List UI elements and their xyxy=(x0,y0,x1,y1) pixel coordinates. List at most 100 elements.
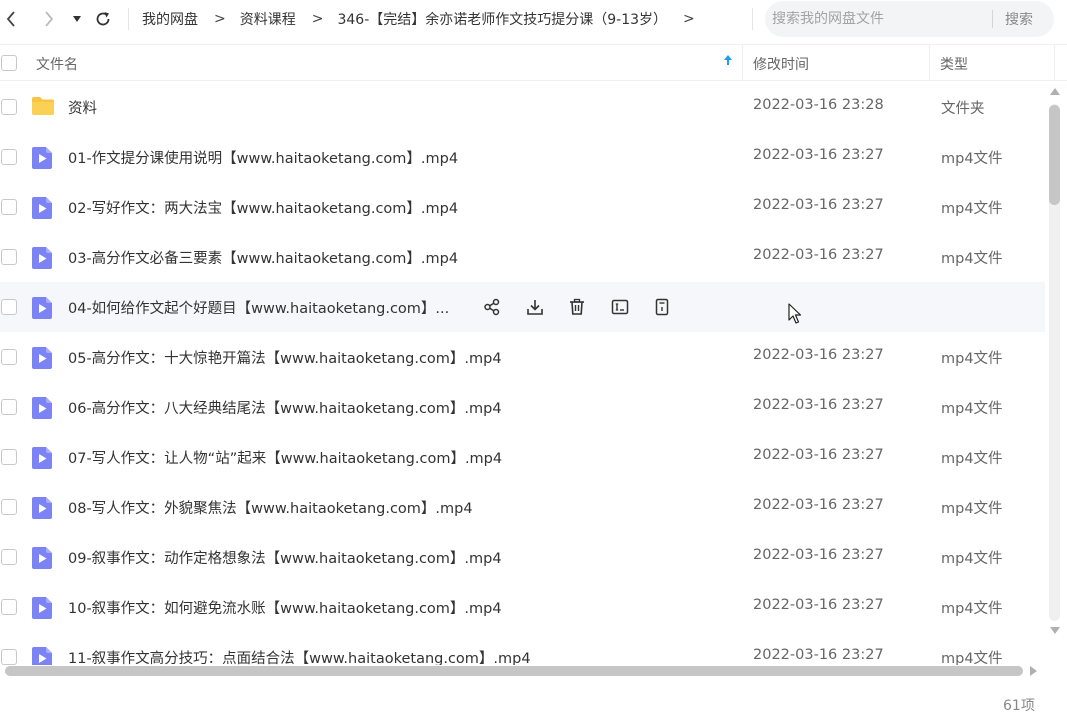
chevron-right-icon xyxy=(45,11,54,27)
video-file-icon xyxy=(31,246,53,274)
row-checkbox[interactable] xyxy=(1,99,17,115)
file-row[interactable]: 09-叙事作文：动作定格想象法【www.haitaoketang.com】.mp… xyxy=(0,532,1045,582)
file-modified-time: 2022-03-16 23:27 xyxy=(753,247,884,263)
file-modified-time: 2022-03-16 23:27 xyxy=(753,597,884,613)
file-row[interactable]: 06-高分作文：八大经典结尾法【www.haitaoketang.com】.mp… xyxy=(0,382,1045,432)
breadcrumb: 我的网盘 > 资料课程 > 346-【完结】余亦诺老师作文技巧提分课（9-13岁… xyxy=(142,9,709,29)
file-type: 文件夹 xyxy=(941,101,985,117)
select-all-checkbox[interactable] xyxy=(1,55,17,71)
breadcrumb-separator: > xyxy=(214,11,226,27)
column-header-name[interactable]: 文件名 xyxy=(36,54,78,74)
row-checkbox[interactable] xyxy=(1,249,17,265)
file-row[interactable]: 02-写好作文：两大法宝【www.haitaoketang.com】.mp4 20… xyxy=(0,182,1045,232)
row-checkbox[interactable] xyxy=(1,649,17,665)
video-file-icon xyxy=(31,196,53,224)
file-name[interactable]: 05-高分作文：十大惊艳开篇法【www.haitaoketang.com】.mp… xyxy=(68,347,502,368)
column-header-time[interactable]: 修改时间 xyxy=(753,54,809,74)
file-modified-time: 2022-03-16 23:28 xyxy=(753,97,884,113)
horizontal-scrollbar[interactable] xyxy=(0,664,1045,678)
video-file-icon xyxy=(31,596,53,624)
delete-icon[interactable] xyxy=(566,296,588,318)
breadcrumb-item[interactable]: 我的网盘 xyxy=(142,9,198,29)
column-divider[interactable] xyxy=(929,45,930,81)
row-checkbox[interactable] xyxy=(1,399,17,415)
scrollbar-thumb[interactable] xyxy=(1049,105,1060,205)
file-type: mp4文件 xyxy=(941,151,1003,167)
row-checkbox[interactable] xyxy=(1,549,17,565)
file-modified-time: 2022-03-16 23:27 xyxy=(753,647,884,663)
column-divider[interactable] xyxy=(1054,45,1055,81)
row-checkbox[interactable] xyxy=(1,599,17,615)
history-dropdown[interactable] xyxy=(66,8,88,30)
file-name[interactable]: 02-写好作文：两大法宝【www.haitaoketang.com】.mp4 xyxy=(68,197,458,218)
file-row[interactable]: 10-叙事作文：如何避免流水账【www.haitaoketang.com】.mp… xyxy=(0,582,1045,632)
file-row[interactable]: 08-写人作文：外貌聚焦法【www.haitaoketang.com】.mp4 2… xyxy=(0,482,1045,532)
search-input[interactable] xyxy=(772,11,987,27)
back-button[interactable] xyxy=(0,8,22,30)
file-type: mp4文件 xyxy=(941,351,1003,367)
file-name[interactable]: 10-叙事作文：如何避免流水账【www.haitaoketang.com】.mp… xyxy=(68,597,502,618)
video-file-icon xyxy=(31,346,53,374)
file-modified-time: 2022-03-16 23:27 xyxy=(753,447,884,463)
row-checkbox[interactable] xyxy=(1,299,17,315)
sort-ascending-icon[interactable] xyxy=(723,53,733,71)
file-row[interactable]: 11-叙事作文高分技巧：点面结合法【www.haitaoketang.com】.… xyxy=(0,632,1045,665)
chevron-left-icon xyxy=(6,11,15,27)
share-icon[interactable] xyxy=(481,296,503,318)
file-name[interactable]: 资料 xyxy=(68,97,97,118)
vertical-scrollbar[interactable] xyxy=(1048,84,1062,644)
file-type: mp4文件 xyxy=(941,501,1003,517)
row-checkbox[interactable] xyxy=(1,449,17,465)
breadcrumb-separator: > xyxy=(311,11,324,27)
scroll-right-icon[interactable] xyxy=(1030,666,1037,676)
file-name[interactable]: 08-写人作文：外貌聚焦法【www.haitaoketang.com】.mp4 xyxy=(68,497,473,518)
file-row[interactable]: 05-高分作文：十大惊艳开篇法【www.haitaoketang.com】.mp… xyxy=(0,332,1045,382)
file-row[interactable]: 资料 2022-03-16 23:28 文件夹 xyxy=(0,82,1045,132)
row-checkbox[interactable] xyxy=(1,199,17,215)
file-modified-time: 2022-03-16 23:27 xyxy=(753,347,884,363)
file-row[interactable]: 01-作文提分课使用说明【www.haitaoketang.com】.mp4 20… xyxy=(0,132,1045,182)
file-row[interactable]: 03-高分作文必备三要素【www.haitaoketang.com】.mp4 20… xyxy=(0,232,1045,282)
file-row[interactable]: 07-写人作文：让人物“站”起来【www.haitaoketang.com】.m… xyxy=(0,432,1045,482)
search-button[interactable]: 搜索 xyxy=(1005,9,1033,29)
breadcrumb-separator: > xyxy=(683,11,695,27)
file-name[interactable]: 11-叙事作文高分技巧：点面结合法【www.haitaoketang.com】.… xyxy=(68,647,531,665)
file-name[interactable]: 04-如何给作文起个好题目【www.haitaoketang.com】... xyxy=(68,297,449,318)
file-type: mp4文件 xyxy=(941,551,1003,567)
refresh-button[interactable] xyxy=(92,8,114,30)
item-count: 61项 xyxy=(1003,698,1035,714)
scroll-up-icon[interactable] xyxy=(1050,88,1060,95)
scroll-down-icon[interactable] xyxy=(1050,627,1060,634)
file-type: mp4文件 xyxy=(941,651,1003,665)
file-name[interactable]: 01-作文提分课使用说明【www.haitaoketang.com】.mp4 xyxy=(68,147,458,168)
forward-button[interactable] xyxy=(38,8,60,30)
file-name[interactable]: 03-高分作文必备三要素【www.haitaoketang.com】.mp4 xyxy=(68,247,458,268)
file-modified-time: 2022-03-16 23:27 xyxy=(753,197,884,213)
video-file-icon xyxy=(31,446,53,474)
row-checkbox[interactable] xyxy=(1,149,17,165)
file-type: mp4文件 xyxy=(941,401,1003,417)
toolbar: 我的网盘 > 资料课程 > 346-【完结】余亦诺老师作文技巧提分课（9-13岁… xyxy=(0,0,1067,38)
file-row[interactable]: 04-如何给作文起个好题目【www.haitaoketang.com】... xyxy=(0,282,1045,332)
file-modified-time: 2022-03-16 23:27 xyxy=(753,547,884,563)
row-checkbox[interactable] xyxy=(1,499,17,515)
breadcrumb-item[interactable]: 资料课程 xyxy=(240,9,296,29)
more-icon[interactable] xyxy=(651,296,673,318)
download-icon[interactable] xyxy=(524,296,546,318)
file-type: mp4文件 xyxy=(941,601,1003,617)
breadcrumb-item[interactable]: 346-【完结】余亦诺老师作文技巧提分课（9-13岁） xyxy=(337,9,667,29)
file-name[interactable]: 09-叙事作文：动作定格想象法【www.haitaoketang.com】.mp… xyxy=(68,547,502,568)
video-file-icon xyxy=(31,396,53,424)
file-list-header: 文件名 修改时间 类型 xyxy=(0,44,1067,81)
column-header-type[interactable]: 类型 xyxy=(940,54,968,74)
file-name[interactable]: 06-高分作文：八大经典结尾法【www.haitaoketang.com】.mp… xyxy=(68,397,502,418)
rename-icon[interactable] xyxy=(609,296,631,318)
scrollbar-thumb[interactable] xyxy=(5,666,1023,676)
video-file-icon xyxy=(31,646,53,665)
row-actions xyxy=(481,296,694,318)
refresh-icon xyxy=(96,12,110,26)
file-modified-time: 2022-03-16 23:27 xyxy=(753,497,884,513)
row-checkbox[interactable] xyxy=(1,349,17,365)
column-divider[interactable] xyxy=(742,45,743,81)
file-name[interactable]: 07-写人作文：让人物“站”起来【www.haitaoketang.com】.m… xyxy=(68,447,502,468)
